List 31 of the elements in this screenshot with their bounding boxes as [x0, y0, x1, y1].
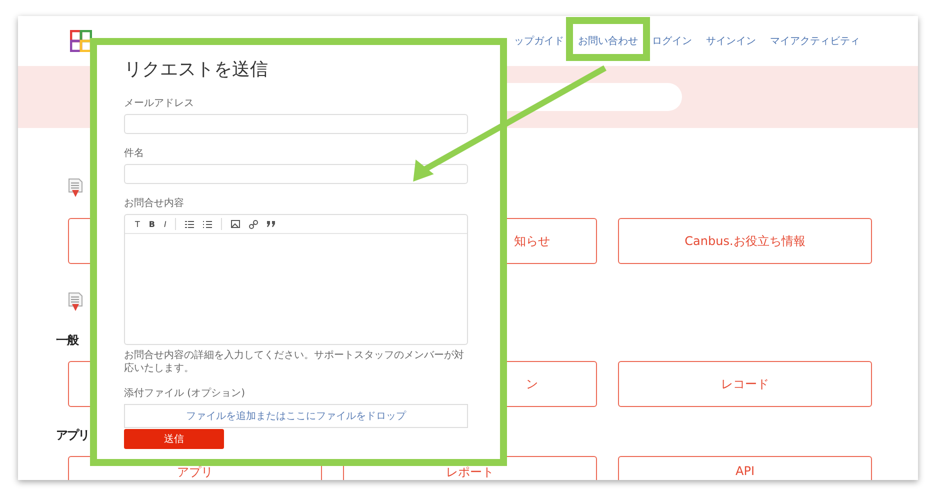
format-button[interactable]: B — [148, 220, 155, 228]
form-title: リクエストを送信 — [124, 58, 268, 82]
format-button[interactable]: I — [164, 220, 166, 228]
nav-link[interactable]: マイアクティビティ — [770, 34, 860, 48]
document-download-icon — [68, 178, 83, 198]
helper-text: お問合せ内容の詳細を入力してください。サポートスタッフのメンバーが対応いたします。 — [124, 349, 465, 375]
category-button[interactable]: レコード — [618, 361, 872, 407]
section-heading: 一般 — [56, 332, 78, 349]
nav-link[interactable]: ップガイド — [514, 34, 564, 48]
submit-button[interactable]: 送信 — [124, 429, 224, 449]
nav-link[interactable]: ログイン — [652, 34, 692, 48]
field-label: メールアドレス — [124, 97, 194, 110]
category-button[interactable]: API — [618, 456, 872, 480]
message-editor-field[interactable]: T B I — [124, 214, 468, 345]
field-label: お問合せ内容 — [124, 197, 184, 210]
image-icon[interactable] — [231, 220, 240, 228]
field-label: 添付ファイル (オプション) — [124, 387, 245, 400]
format-button[interactable]: T — [135, 220, 140, 228]
document-download-icon — [68, 292, 83, 312]
numbered-list-icon[interactable] — [203, 220, 212, 228]
quote-icon[interactable] — [267, 221, 276, 227]
bulleted-list-icon[interactable] — [185, 220, 194, 228]
nav-link[interactable]: サインイン — [706, 34, 756, 48]
link-icon[interactable] — [249, 220, 258, 228]
field-label: 件名 — [124, 147, 144, 160]
category-button[interactable]: Canbus.お役立ち情報 — [618, 218, 872, 264]
nav-link[interactable]: お問い合わせ — [578, 34, 638, 48]
file-drop-zone[interactable]: ファイルを追加またはここにファイルをドロップ — [124, 404, 468, 428]
email-input-field[interactable] — [124, 114, 468, 134]
subject-input-field[interactable] — [124, 164, 468, 184]
section-heading: アプリ — [56, 427, 89, 444]
